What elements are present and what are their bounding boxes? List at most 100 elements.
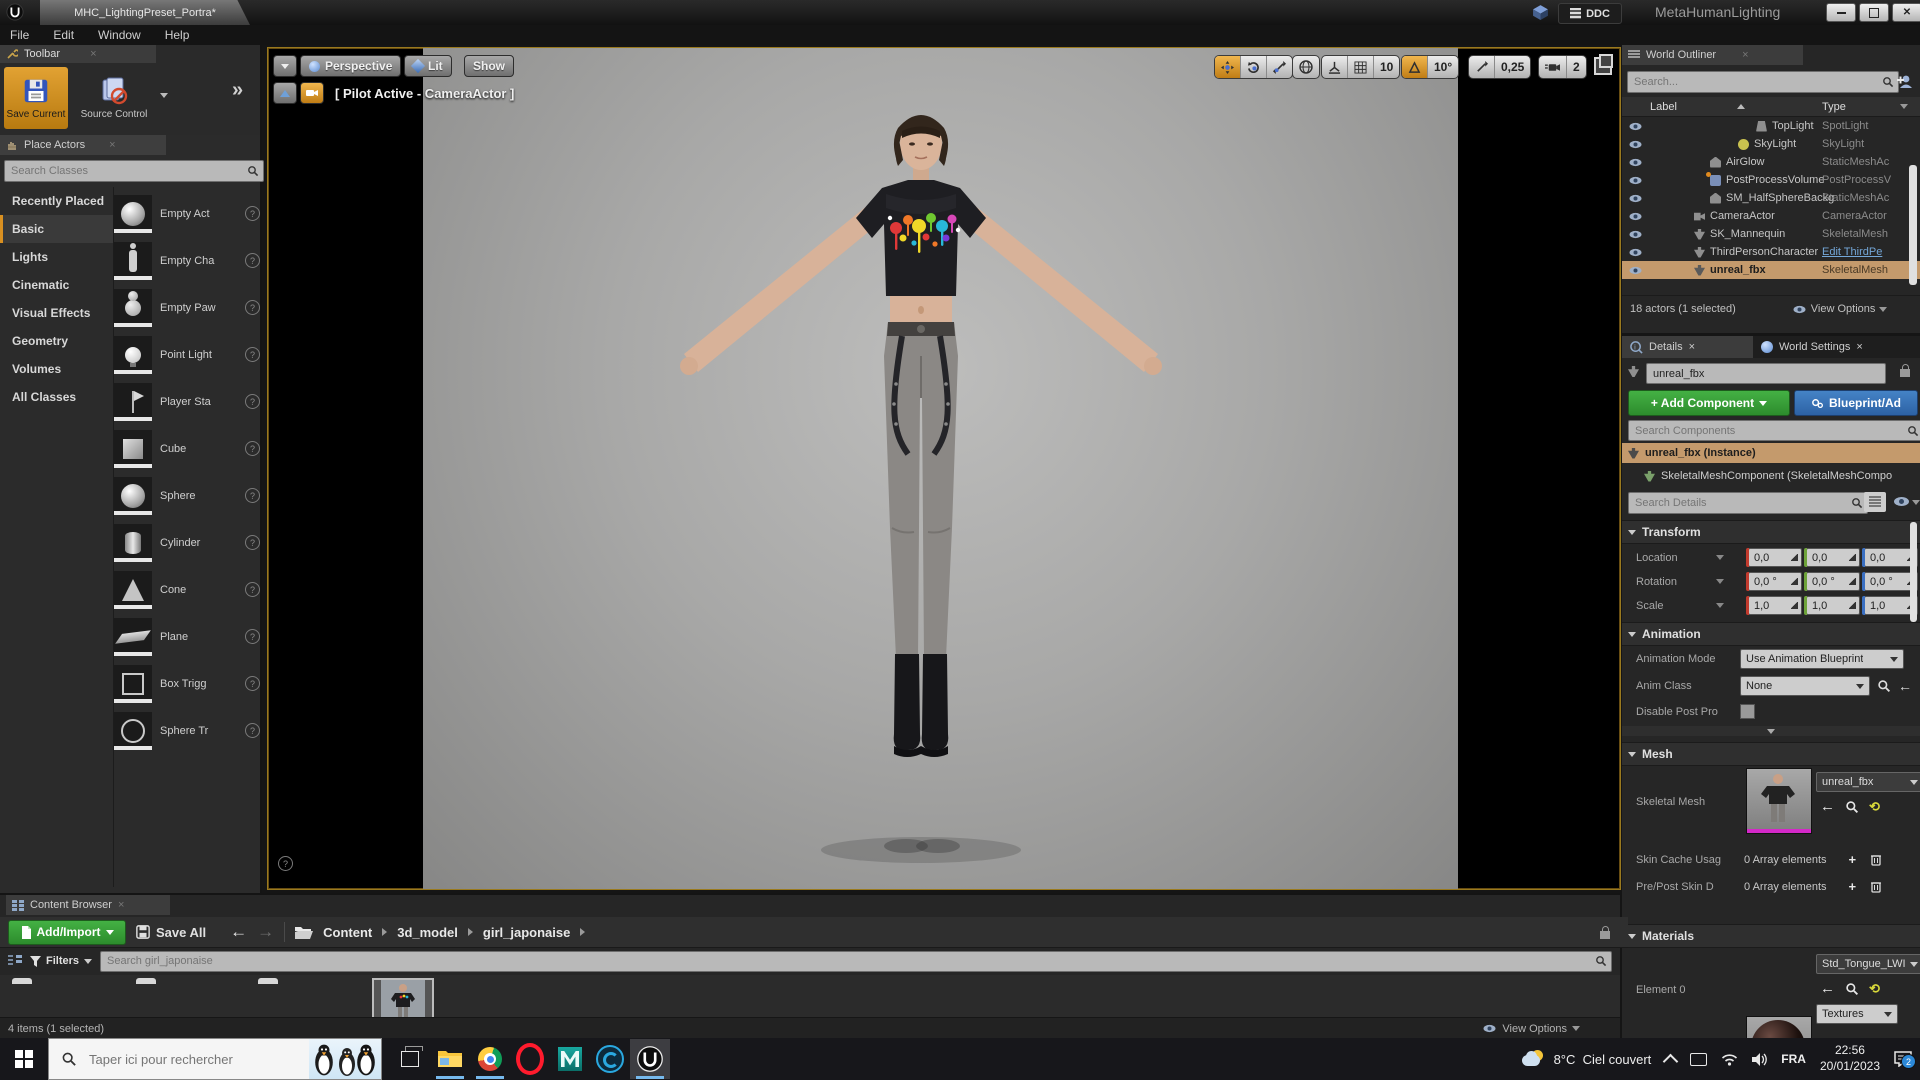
window-tab[interactable]: MHC_LightingPreset_Portra* [40,0,250,25]
menu-file[interactable]: File [10,28,29,42]
details-scrollbar[interactable] [1910,522,1917,622]
search-components-input[interactable] [1633,424,1907,438]
maya-button[interactable] [550,1039,590,1079]
trash-icon[interactable] [1870,880,1882,893]
visibility-eye-icon[interactable] [1630,194,1642,201]
rotation-y-field[interactable]: 0,0 ° [1806,572,1860,591]
category-all-classes[interactable]: All Classes [0,383,113,411]
notification-center-button[interactable]: 2 [1894,1051,1912,1067]
surface-snap-button[interactable] [1322,56,1347,78]
close-icon[interactable]: × [90,48,96,60]
outliner-row[interactable]: AirGlow StaticMeshAc [1622,153,1920,171]
chevron-down-icon[interactable] [1912,500,1920,505]
reset-to-default-icon[interactable]: ⟲ [1869,799,1880,815]
toolbar-tab[interactable]: Toolbar × [0,45,156,63]
component-instance-row[interactable]: unreal_fbx (Instance) [1622,443,1920,463]
outliner-row-type-link[interactable]: Edit ThirdPe [1822,246,1882,258]
location-x-field[interactable]: 0,0 [1748,548,1802,567]
help-icon[interactable]: ? [245,206,260,221]
visibility-eye-icon[interactable] [1630,248,1642,255]
grid-snap-toggle[interactable] [1347,56,1373,78]
help-icon[interactable]: ? [245,441,260,456]
transform-section-header[interactable]: Transform [1622,520,1920,544]
forward-arrow-icon[interactable]: → [257,922,274,942]
wifi-icon[interactable] [1721,1053,1738,1066]
place-actors-search[interactable] [4,160,264,182]
outliner-row-selected[interactable]: unreal_fbx SkeletalMesh [1622,261,1920,279]
reset-to-default-icon[interactable]: ⟲ [1869,981,1880,997]
visibility-eye-icon[interactable] [1630,122,1642,129]
animation-section-header[interactable]: Animation [1622,622,1920,646]
actor-name-input[interactable] [1651,367,1881,381]
character-model[interactable] [656,98,1186,883]
actor-item-cylinder[interactable]: Cylinder ? [114,519,260,566]
outliner-search-input[interactable] [1632,75,1882,89]
display-tray-icon[interactable] [1690,1053,1707,1066]
close-button[interactable]: ✕ [1892,3,1920,22]
drag-handle-icon[interactable] [1791,554,1798,561]
unreal-engine-button[interactable] [630,1039,670,1079]
drag-handle-icon[interactable] [1791,578,1798,585]
browse-search-icon[interactable] [1845,800,1859,814]
actor-item-box-trigger[interactable]: Box Trigg ? [114,660,260,707]
search-details-input[interactable] [1633,496,1851,510]
column-type[interactable]: Type [1822,101,1846,113]
component-row[interactable]: SkeletalMeshComponent (SkeletalMeshCompo [1622,466,1920,486]
tab-details[interactable]: i Details × [1622,336,1753,358]
category-visual-effects[interactable]: Visual Effects [0,299,113,327]
content-view-options[interactable]: View Options [1482,1023,1580,1035]
chrome-button[interactable] [470,1039,510,1079]
weather-widget[interactable]: 8°C Ciel couvert [1522,1050,1652,1068]
menu-window[interactable]: Window [98,28,141,42]
outliner-row[interactable]: SK_Mannequin SkeletalMesh [1622,225,1920,243]
search-details[interactable] [1628,492,1868,514]
details-visibility-icon[interactable] [1894,497,1909,506]
column-label[interactable]: Label [1650,101,1677,113]
scale-y-field[interactable]: 1,0 [1806,596,1860,615]
help-icon[interactable]: ? [245,629,260,644]
scale-label[interactable]: Scale [1636,600,1712,612]
maximize-viewport-button[interactable] [1594,57,1612,75]
materials-section-header[interactable]: Materials [1622,924,1920,948]
help-icon[interactable]: ? [245,347,260,362]
sources-panel-icon[interactable] [8,955,22,967]
tab-world-settings[interactable]: World Settings × [1753,336,1871,358]
drag-handle-icon[interactable] [1849,554,1856,561]
category-geometry[interactable]: Geometry [0,327,113,355]
anim-class-dropdown[interactable]: None [1740,676,1870,696]
save-current-button[interactable]: Save Current [4,67,68,129]
scale-snap-toggle[interactable] [1469,56,1494,78]
actor-item-sphere[interactable]: Sphere ? [114,472,260,519]
visibility-eye-icon[interactable] [1630,176,1642,183]
actor-name-field[interactable] [1646,363,1886,384]
visibility-eye-icon[interactable] [1630,212,1642,219]
browse-search-icon[interactable] [1845,982,1859,996]
category-volumes[interactable]: Volumes [0,355,113,383]
skeletal-mesh-thumbnail[interactable] [1746,768,1812,834]
visibility-eye-icon[interactable] [1630,140,1642,147]
save-all-button[interactable]: Save All [136,925,206,940]
outliner-row[interactable]: SM_HalfSphereBackg StaticMeshAc [1622,189,1920,207]
category-basic[interactable]: Basic [0,215,113,243]
menu-help[interactable]: Help [165,28,190,42]
outliner-search[interactable] [1627,71,1899,93]
rotate-tool-button[interactable] [1240,56,1266,78]
help-icon[interactable]: ? [245,488,260,503]
marketplace-cube-icon[interactable] [1532,4,1549,21]
drag-handle-icon[interactable] [1849,602,1856,609]
close-icon[interactable]: × [109,139,115,151]
outliner-row[interactable]: CameraActor CameraActor [1622,207,1920,225]
start-button[interactable] [0,1039,48,1079]
drag-handle-icon[interactable] [1791,602,1798,609]
animation-mode-dropdown[interactable]: Use Animation Blueprint [1740,649,1904,669]
clock[interactable]: 22:56 20/01/2023 [1820,1043,1880,1074]
location-y-field[interactable]: 0,0 [1806,548,1860,567]
rotation-snap-toggle[interactable] [1402,56,1427,78]
search-components[interactable] [1628,420,1920,441]
visibility-eye-icon[interactable] [1630,230,1642,237]
category-cinematic[interactable]: Cinematic [0,271,113,299]
opera-button[interactable] [510,1039,550,1079]
add-actor-icon[interactable] [1896,73,1914,89]
rotation-snap-value[interactable]: 10° [1427,56,1458,78]
visibility-eye-icon[interactable] [1630,266,1642,273]
